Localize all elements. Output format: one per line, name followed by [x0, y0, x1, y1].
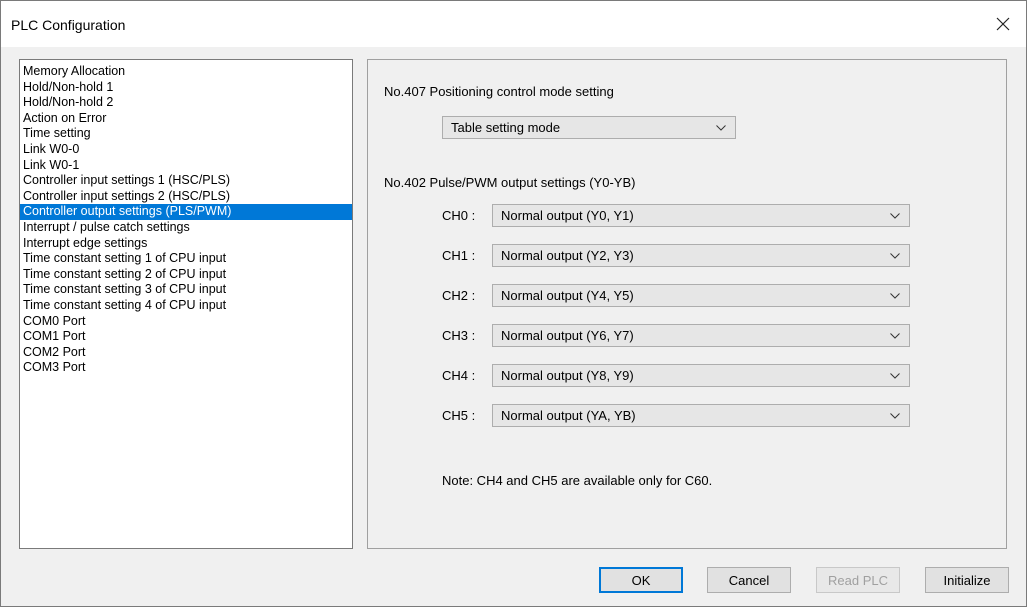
- initialize-button[interactable]: Initialize: [925, 567, 1009, 593]
- ok-button[interactable]: OK: [599, 567, 683, 593]
- channel-output-dropdown-ch0[interactable]: Normal output (Y0, Y1): [492, 204, 910, 227]
- plc-configuration-dialog: PLC Configuration Memory Allocation Hold/…: [0, 0, 1027, 607]
- list-item[interactable]: Time constant setting 4 of CPU input: [20, 298, 352, 314]
- read-plc-button: Read PLC: [816, 567, 900, 593]
- positioning-mode-label: No.407 Positioning control mode setting: [384, 84, 614, 99]
- chevron-down-icon: [889, 245, 901, 266]
- channel-output-dropdown-ch4[interactable]: Normal output (Y8, Y9): [492, 364, 910, 387]
- list-item[interactable]: Link W0-1: [20, 158, 352, 174]
- channel-label-ch4: CH4 :: [442, 368, 476, 383]
- close-icon: [996, 17, 1010, 31]
- list-item[interactable]: COM1 Port: [20, 329, 352, 345]
- channel-output-dropdown-ch3[interactable]: Normal output (Y6, Y7): [492, 324, 910, 347]
- channel-label-ch2: CH2 :: [442, 288, 476, 303]
- list-item[interactable]: Action on Error: [20, 111, 352, 127]
- cancel-button[interactable]: Cancel: [707, 567, 791, 593]
- list-item[interactable]: Time constant setting 2 of CPU input: [20, 267, 352, 283]
- channel-output-dropdown-ch5[interactable]: Normal output (YA, YB): [492, 404, 910, 427]
- list-item[interactable]: Controller output settings (PLS/PWM): [20, 204, 352, 220]
- channel-output-value: Normal output (Y8, Y9): [501, 368, 634, 383]
- availability-note: Note: CH4 and CH5 are available only for…: [442, 473, 713, 488]
- list-item[interactable]: Controller input settings 2 (HSC/PLS): [20, 189, 352, 205]
- list-item[interactable]: COM3 Port: [20, 360, 352, 376]
- channel-output-value: Normal output (Y4, Y5): [501, 288, 634, 303]
- positioning-mode-dropdown[interactable]: Table setting mode: [442, 116, 736, 139]
- channel-output-value: Normal output (Y2, Y3): [501, 248, 634, 263]
- chevron-down-icon: [889, 285, 901, 306]
- chevron-down-icon: [889, 205, 901, 226]
- channel-label-ch3: CH3 :: [442, 328, 476, 343]
- channel-output-dropdown-ch2[interactable]: Normal output (Y4, Y5): [492, 284, 910, 307]
- channel-label-ch0: CH0 :: [442, 208, 476, 223]
- channel-output-value: Normal output (Y6, Y7): [501, 328, 634, 343]
- list-item[interactable]: Hold/Non-hold 2: [20, 95, 352, 111]
- channel-output-dropdown-ch1[interactable]: Normal output (Y2, Y3): [492, 244, 910, 267]
- list-item[interactable]: Hold/Non-hold 1: [20, 80, 352, 96]
- settings-category-list[interactable]: Memory Allocation Hold/Non-hold 1 Hold/Non…: [19, 59, 353, 549]
- list-item[interactable]: Time constant setting 1 of CPU input: [20, 251, 352, 267]
- settings-panel: No.407 Positioning control mode setting …: [367, 59, 1007, 549]
- chevron-down-icon: [889, 325, 901, 346]
- list-item[interactable]: Time setting: [20, 126, 352, 142]
- list-item[interactable]: Time constant setting 3 of CPU input: [20, 282, 352, 298]
- list-item[interactable]: Memory Allocation: [20, 64, 352, 80]
- list-item[interactable]: Controller input settings 1 (HSC/PLS): [20, 173, 352, 189]
- chevron-down-icon: [715, 117, 727, 138]
- chevron-down-icon: [889, 405, 901, 426]
- chevron-down-icon: [889, 365, 901, 386]
- list-item[interactable]: COM0 Port: [20, 314, 352, 330]
- close-button[interactable]: [980, 1, 1026, 47]
- title-bar: PLC Configuration: [1, 1, 1026, 47]
- window-title: PLC Configuration: [11, 17, 126, 33]
- list-item[interactable]: Interrupt edge settings: [20, 236, 352, 252]
- channel-label-ch1: CH1 :: [442, 248, 476, 263]
- list-item[interactable]: COM2 Port: [20, 345, 352, 361]
- positioning-mode-value: Table setting mode: [451, 120, 561, 135]
- channel-output-value: Normal output (YA, YB): [501, 408, 636, 423]
- channel-output-value: Normal output (Y0, Y1): [501, 208, 634, 223]
- list-item[interactable]: Link W0-0: [20, 142, 352, 158]
- pulse-output-label: No.402 Pulse/PWM output settings (Y0-YB): [384, 175, 636, 190]
- channel-label-ch5: CH5 :: [442, 408, 476, 423]
- list-item[interactable]: Interrupt / pulse catch settings: [20, 220, 352, 236]
